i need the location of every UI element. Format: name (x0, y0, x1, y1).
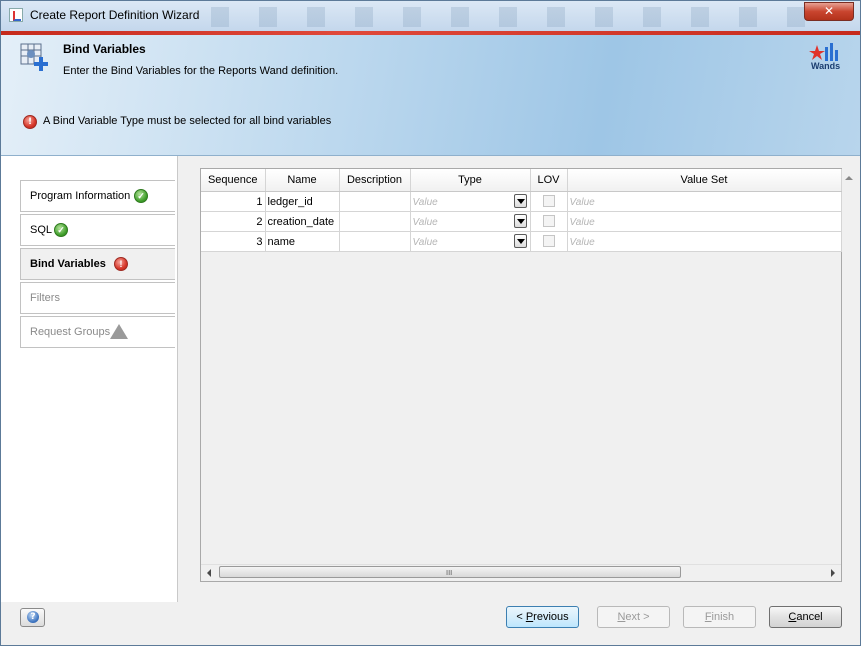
chevron-down-icon[interactable] (513, 214, 527, 228)
scroll-right-icon[interactable] (831, 569, 835, 577)
step-label: SQL (30, 224, 53, 236)
finish-label-mnemonic: F (704, 611, 712, 623)
description-cell[interactable] (339, 231, 411, 252)
type-cell[interactable]: Value (410, 231, 531, 252)
previous-label-prefix: < (516, 611, 526, 623)
finish-button[interactable]: Finish (683, 606, 756, 628)
bind-variables-grid: Sequence Name Description Type LOV Value… (201, 169, 842, 252)
sequence-cell[interactable]: 1 (201, 191, 266, 212)
warning-icon (110, 324, 128, 339)
next-button[interactable]: Next > (597, 606, 670, 628)
column-header-description[interactable]: Description (339, 169, 411, 192)
column-header-sequence[interactable]: Sequence (201, 169, 266, 192)
name-cell[interactable]: creation_date (265, 211, 340, 232)
cancel-label-suffix: ancel (796, 611, 823, 623)
chevron-down-icon[interactable] (513, 234, 527, 248)
sequence-cell[interactable]: 2 (201, 211, 266, 232)
help-button[interactable]: ? (20, 608, 45, 627)
table-row: 3 name Value Value (201, 231, 842, 252)
description-cell[interactable] (339, 191, 411, 212)
description-cell[interactable] (339, 211, 411, 232)
lov-checkbox (542, 215, 555, 227)
value-set-placeholder: Value (569, 196, 595, 208)
table-row: 2 creation_date Value Value (201, 211, 842, 232)
page-title: Bind Variables (63, 42, 146, 56)
finish-label-suffix: inish (711, 611, 735, 623)
sequence-cell[interactable]: 3 (201, 231, 266, 252)
step-bind-variables[interactable]: Bind Variables ! (20, 248, 175, 280)
chevron-down-icon[interactable] (513, 194, 527, 208)
logo-text: Wands (811, 61, 841, 71)
check-icon: ✓ (54, 223, 68, 237)
bind-variables-table: Sequence Name Description Type LOV Value… (200, 168, 842, 582)
lov-cell (530, 191, 568, 212)
error-icon: ! (23, 115, 37, 129)
lov-cell (530, 231, 568, 252)
scroll-left-icon[interactable] (207, 569, 211, 577)
table-row: 1 ledger_id Value Value (201, 191, 842, 212)
horizontal-scrollbar[interactable]: III (201, 564, 841, 581)
type-cell[interactable]: Value (410, 211, 531, 232)
help-icon: ? (27, 611, 39, 623)
window-title: Create Report Definition Wizard (30, 8, 200, 22)
value-set-placeholder: Value (569, 236, 595, 248)
step-filters[interactable]: Filters (20, 282, 175, 314)
type-placeholder: Value (412, 236, 438, 248)
wizard-steps-panel: Program Information ✓ SQL ✓ Bind Variabl… (1, 156, 178, 602)
column-header-type[interactable]: Type (410, 169, 531, 192)
title-bar[interactable]: Create Report Definition Wizard ✕ (1, 1, 860, 31)
next-label-suffix: ext > (625, 611, 650, 623)
value-set-placeholder: Value (569, 216, 595, 228)
error-icon: ! (114, 257, 128, 271)
lov-checkbox (542, 195, 555, 207)
background-toolbar-ghost (211, 7, 811, 27)
vertical-scroll-gutter (842, 170, 856, 582)
column-header-name[interactable]: Name (265, 169, 340, 192)
name-cell[interactable]: ledger_id (265, 191, 340, 212)
cancel-button[interactable]: Cancel (769, 606, 842, 628)
bind-variables-icon (20, 43, 48, 71)
check-icon: ✓ (134, 189, 148, 203)
table-header-row: Sequence Name Description Type LOV Value… (201, 169, 842, 192)
step-program-information[interactable]: Program Information ✓ (20, 180, 175, 212)
close-button[interactable]: ✕ (804, 2, 854, 21)
step-request-groups[interactable]: Request Groups (20, 316, 175, 348)
step-label: Program Information (30, 190, 131, 202)
name-cell[interactable]: name (265, 231, 340, 252)
step-label: Bind Variables (30, 258, 106, 270)
value-set-cell[interactable]: Value (567, 231, 842, 252)
type-placeholder: Value (412, 196, 438, 208)
wizard-window: Create Report Definition Wizard ✕ Bind V… (0, 0, 861, 646)
previous-label-suffix: revious (533, 611, 569, 623)
page-subtitle: Enter the Bind Variables for the Reports… (63, 65, 339, 77)
main-content: Sequence Name Description Type LOV Value… (178, 156, 860, 602)
lov-checkbox (542, 235, 555, 247)
header-banner: Bind Variables Enter the Bind Variables … (1, 35, 860, 156)
scroll-up-icon (845, 176, 853, 180)
step-label: Filters (30, 292, 60, 304)
value-set-cell[interactable]: Value (567, 211, 842, 232)
lov-cell (530, 211, 568, 232)
value-set-cell[interactable]: Value (567, 191, 842, 212)
column-header-lov[interactable]: LOV (530, 169, 568, 192)
step-label: Request Groups (30, 326, 111, 338)
type-cell[interactable]: Value (410, 191, 531, 212)
previous-button[interactable]: < Previous (506, 606, 579, 628)
java-app-icon (9, 8, 23, 22)
error-message: A Bind Variable Type must be selected fo… (43, 115, 332, 127)
scroll-grip: III (446, 569, 453, 577)
type-placeholder: Value (412, 216, 438, 228)
column-header-value-set[interactable]: Value Set (567, 169, 842, 192)
step-sql[interactable]: SQL ✓ (20, 214, 175, 246)
scrollbar-thumb[interactable]: III (219, 566, 681, 578)
button-bar: ? < Previous Next > Finish Cancel (1, 602, 860, 645)
